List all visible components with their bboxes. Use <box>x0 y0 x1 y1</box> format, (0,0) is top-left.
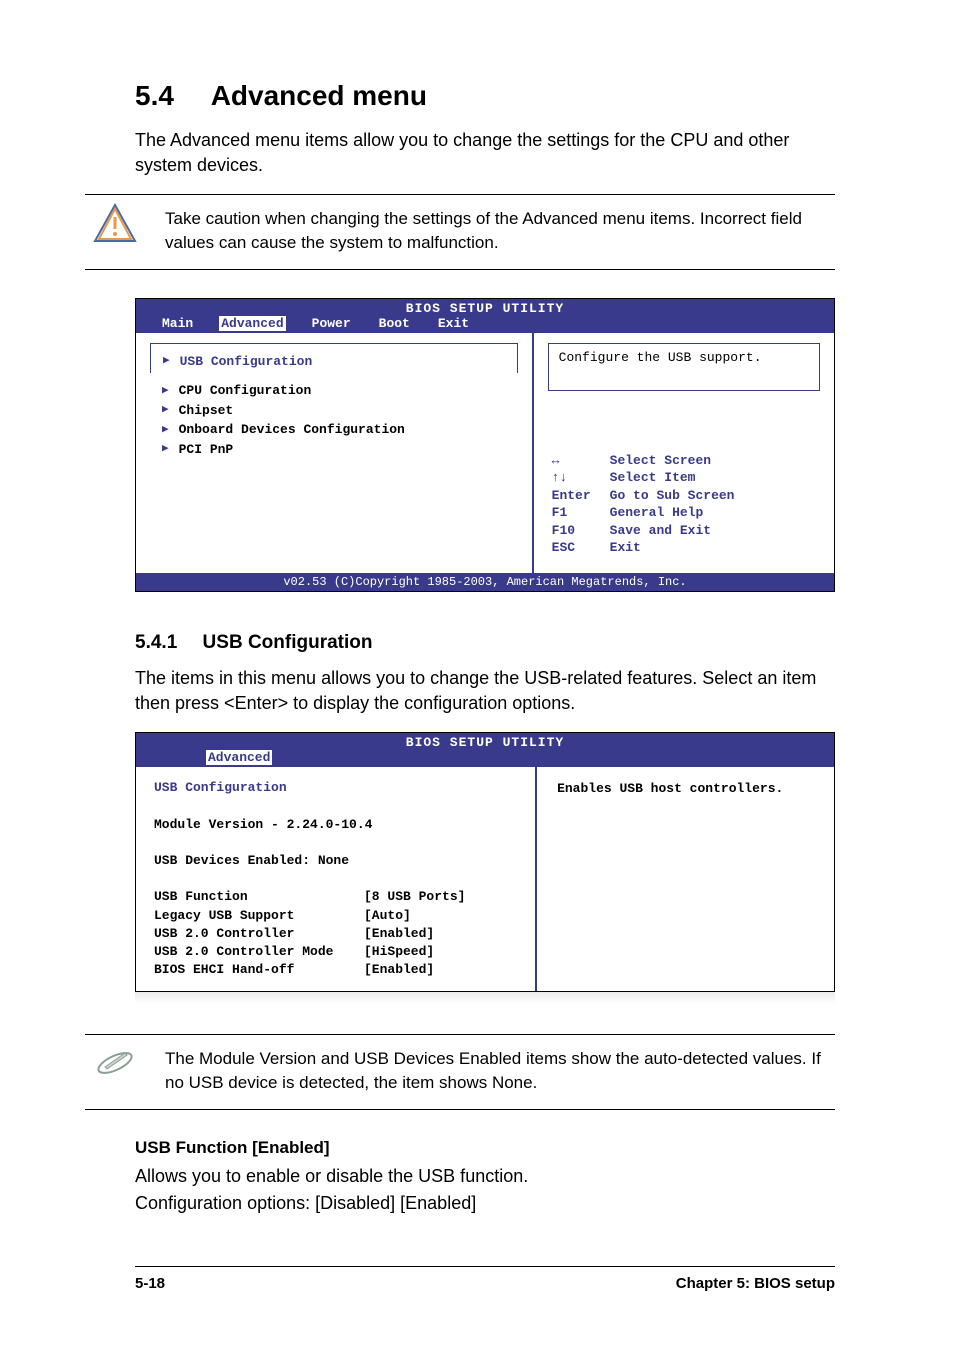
intro-text: The Advanced menu items allow you to cha… <box>135 128 835 178</box>
bios-menubar: Advanced <box>136 750 834 767</box>
menu-item-pci-pnp[interactable]: ▶ PCI PnP <box>162 440 506 460</box>
section-number: 5.4 <box>135 80 174 111</box>
bios-key-legend: ↔Select Screen ↑↓Select Item EnterGo to … <box>548 446 820 563</box>
bios-help-text: Enables USB host controllers. <box>551 777 820 800</box>
tab-power[interactable]: Power <box>310 316 353 331</box>
option-desc: Allows you to enable or disable the USB … <box>135 1164 835 1189</box>
bios-screenshot-advanced: BIOS SETUP UTILITY Main Advanced Power B… <box>135 298 835 592</box>
tab-boot[interactable]: Boot <box>377 316 412 331</box>
chapter-title: Chapter 5: BIOS setup <box>676 1275 835 1292</box>
menu-item-label: Onboard Devices Configuration <box>179 420 405 440</box>
section-title: Advanced menu <box>211 80 427 111</box>
note-callout: The Module Version and USB Devices Enabl… <box>85 1034 835 1110</box>
submenu-arrow-icon: ▶ <box>162 441 169 458</box>
bios-menubar: Main Advanced Power Boot Exit <box>136 316 834 333</box>
bios-footer: v02.53 (C)Copyright 1985-2003, American … <box>136 573 834 591</box>
note-text: The Module Version and USB Devices Enabl… <box>165 1043 835 1095</box>
warning-icon <box>85 203 145 243</box>
menu-item-label: USB Configuration <box>180 352 313 372</box>
option-config-options: Configuration options: [Disabled] [Enabl… <box>135 1191 835 1216</box>
tab-advanced[interactable]: Advanced <box>219 316 285 331</box>
setting-usb2-mode[interactable]: USB 2.0 Controller Mode[HiSpeed] <box>154 943 517 961</box>
setting-legacy-usb[interactable]: Legacy USB Support[Auto] <box>154 907 517 925</box>
tab-main[interactable]: Main <box>160 316 195 331</box>
caution-text: Take caution when changing the settings … <box>165 203 835 255</box>
subsection-text: The items in this menu allows you to cha… <box>135 666 835 716</box>
bios-title: BIOS SETUP UTILITY <box>136 733 834 750</box>
submenu-arrow-icon: ▶ <box>162 402 169 419</box>
menu-item-label: CPU Configuration <box>179 381 312 401</box>
fade-divider <box>135 992 835 1004</box>
option-heading: USB Function [Enabled] <box>135 1138 835 1158</box>
bios-panel-header: USB Configuration <box>154 779 517 797</box>
menu-item-onboard-devices[interactable]: ▶ Onboard Devices Configuration <box>162 420 506 440</box>
bios-info-line: USB Devices Enabled: None <box>154 852 517 870</box>
setting-ehci-handoff[interactable]: BIOS EHCI Hand-off[Enabled] <box>154 961 517 979</box>
bios-screenshot-usb-config: BIOS SETUP UTILITY Advanced USB Configur… <box>135 732 835 992</box>
subsection-heading: 5.4.1 USB Configuration <box>135 632 835 654</box>
bios-info-line: Module Version - 2.24.0-10.4 <box>154 816 517 834</box>
menu-item-label: Chipset <box>179 401 234 421</box>
submenu-arrow-icon: ▶ <box>162 383 169 400</box>
bios-help-text: Configure the USB support. <box>548 343 820 391</box>
subsection-title: USB Configuration <box>203 632 373 653</box>
subsection-number: 5.4.1 <box>135 632 177 653</box>
tab-advanced[interactable]: Advanced <box>206 750 272 765</box>
menu-item-usb-config[interactable]: ▶ USB Configuration <box>163 352 505 372</box>
setting-usb-function[interactable]: USB Function[8 USB Ports] <box>154 888 517 906</box>
page-number: 5-18 <box>135 1275 165 1292</box>
menu-item-chipset[interactable]: ▶ Chipset <box>162 401 506 421</box>
caution-callout: Take caution when changing the settings … <box>85 194 835 270</box>
menu-item-label: PCI PnP <box>179 440 234 460</box>
section-heading: 5.4 Advanced menu <box>135 80 835 112</box>
page-footer: 5-18 Chapter 5: BIOS setup <box>135 1266 835 1292</box>
note-icon <box>85 1043 145 1081</box>
bios-title: BIOS SETUP UTILITY <box>136 299 834 316</box>
menu-item-cpu-config[interactable]: ▶ CPU Configuration <box>162 381 506 401</box>
submenu-arrow-icon: ▶ <box>162 422 169 439</box>
tab-exit[interactable]: Exit <box>436 316 471 331</box>
submenu-arrow-icon: ▶ <box>163 353 170 370</box>
setting-usb2-controller[interactable]: USB 2.0 Controller[Enabled] <box>154 925 517 943</box>
